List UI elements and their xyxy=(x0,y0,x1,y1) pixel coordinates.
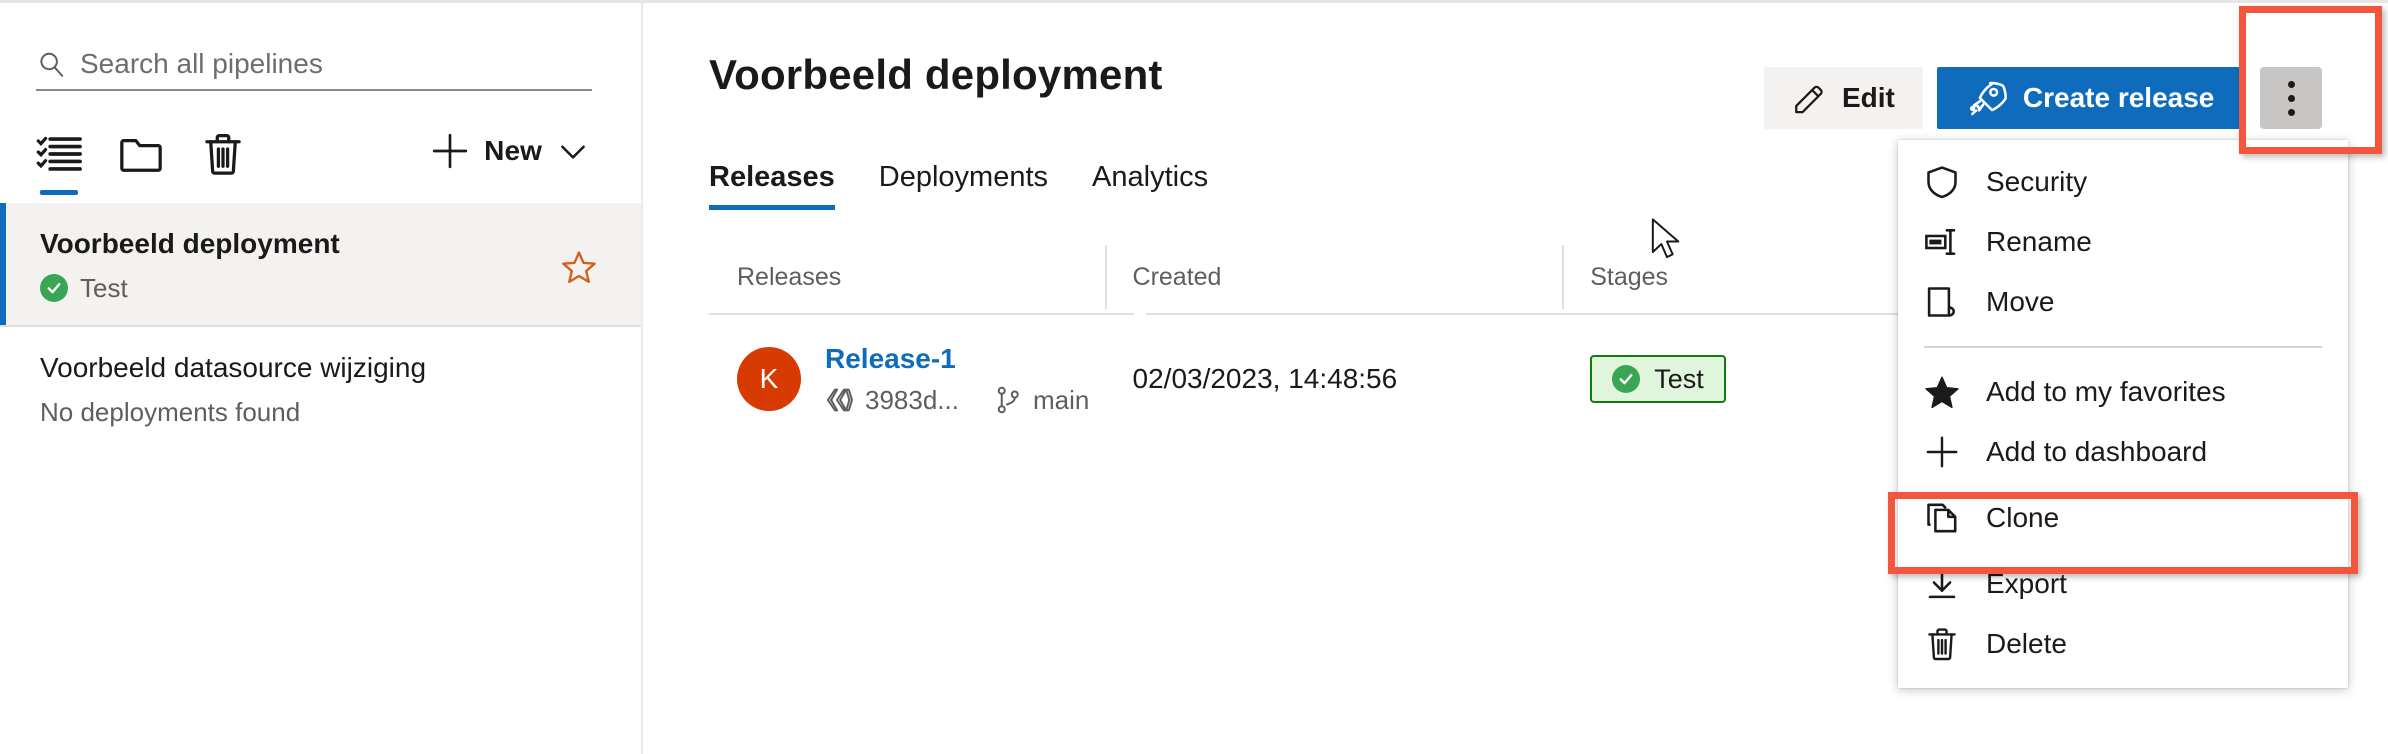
menu-item-delete[interactable]: Delete xyxy=(1898,614,2348,674)
menu-separator xyxy=(1924,346,2322,348)
cell-created: 02/03/2023, 14:48:56 xyxy=(1105,319,1563,439)
menu-item-move[interactable]: Move xyxy=(1898,272,2348,332)
rocket-icon xyxy=(1969,79,2007,117)
menu-item-label: Move xyxy=(1986,286,2055,317)
tab-label: Analytics xyxy=(1092,161,1209,193)
page-title: Voorbeeld deployment xyxy=(709,51,1163,98)
header-actions: Edit Create release xyxy=(1764,67,2323,129)
more-dot xyxy=(2287,80,2295,88)
pipeline-item-voorbeeld-datasource-wijziging[interactable]: Voorbeeld datasource wijziging No deploy… xyxy=(0,327,641,451)
menu-item-label: Delete xyxy=(1986,628,2067,659)
pipeline-list: Voorbeeld deployment Test Voorbeeld data… xyxy=(0,203,641,451)
commit-icon xyxy=(825,385,855,415)
check-circle-icon xyxy=(1612,365,1641,393)
menu-item-security[interactable]: Security xyxy=(1898,152,2348,212)
rename-icon xyxy=(1924,224,1960,260)
menu-item-label: Rename xyxy=(1986,226,2092,257)
pipeline-item-voorbeeld-deployment[interactable]: Voorbeeld deployment Test xyxy=(0,203,641,327)
column-header-stages[interactable]: Stages xyxy=(1562,241,1910,313)
menu-item-label: Add to dashboard xyxy=(1986,436,2208,467)
menu-item-label: Clone xyxy=(1986,502,2060,533)
mouse-cursor xyxy=(1650,218,1684,262)
pipelines-sidebar: New Voorbeeld deployment Test xyxy=(0,3,643,754)
branch-icon xyxy=(993,385,1023,415)
created-timestamp: 02/03/2023, 14:48:56 xyxy=(1132,363,1398,394)
new-button[interactable]: New xyxy=(430,131,592,171)
recycle-bin-icon[interactable] xyxy=(200,131,246,177)
more-dot xyxy=(2287,108,2295,116)
tab-deployments[interactable]: Deployments xyxy=(857,161,1070,210)
pipeline-name: Voorbeeld deployment xyxy=(40,228,340,259)
pipeline-status: No deployments found xyxy=(40,395,605,429)
pipeline-status-label: No deployments found xyxy=(40,397,301,427)
search-icon xyxy=(36,49,66,79)
star-outline-icon[interactable] xyxy=(561,249,597,285)
tab-label: Releases xyxy=(709,161,835,193)
pipeline-status-label: Test xyxy=(80,273,128,303)
tab-analytics[interactable]: Analytics xyxy=(1070,161,1230,210)
more-dot xyxy=(2287,94,2295,102)
avatar: K xyxy=(737,347,801,411)
pipelines-list-icon[interactable] xyxy=(36,131,82,195)
sidebar-toolbar: New xyxy=(36,131,592,201)
table-header-divider xyxy=(709,313,1134,315)
chevron-down-icon[interactable] xyxy=(556,134,590,168)
search-input[interactable] xyxy=(80,48,592,80)
plus-icon xyxy=(1924,434,1960,470)
tab-label: Deployments xyxy=(878,161,1049,193)
more-options-menu: Security Rename Move Add to my favorites… xyxy=(1898,140,2348,688)
download-icon xyxy=(1924,566,1960,602)
search-box[interactable] xyxy=(36,39,592,91)
menu-item-label: Export xyxy=(1986,568,2067,599)
menu-item-add-to-my-favorites[interactable]: Add to my favorites xyxy=(1898,362,2348,422)
tab-releases[interactable]: Releases xyxy=(709,161,857,210)
pipeline-name: Voorbeeld datasource wijziging xyxy=(40,352,427,383)
cell-release: K Release-1 3983d... main xyxy=(709,319,1105,439)
release-meta: 3983d... main xyxy=(825,383,1089,417)
new-button-label: New xyxy=(484,135,542,166)
move-icon xyxy=(1924,284,1960,320)
app-window: New Voorbeeld deployment Test xyxy=(0,0,2388,754)
more-options-button[interactable] xyxy=(2260,67,2323,129)
star-filled-icon xyxy=(1924,374,1960,410)
edit-button-label: Edit xyxy=(1842,82,1895,113)
menu-item-clone[interactable]: Clone xyxy=(1898,488,2348,548)
menu-item-export[interactable]: Export xyxy=(1898,554,2348,614)
trash-icon xyxy=(1924,626,1960,662)
check-circle-icon xyxy=(40,274,68,302)
menu-item-label: Add to my favorites xyxy=(1986,376,2226,407)
content-tabs: Releases Deployments Analytics xyxy=(709,161,1230,210)
copy-icon xyxy=(1924,500,1960,536)
menu-item-rename[interactable]: Rename xyxy=(1898,212,2348,272)
column-header-releases[interactable]: Releases xyxy=(709,241,1105,313)
shield-icon xyxy=(1924,164,1960,200)
menu-item-label: Security xyxy=(1986,166,2088,197)
commit-hash: 3983d... xyxy=(865,385,959,415)
plus-icon xyxy=(430,131,470,171)
menu-item-add-to-dashboard[interactable]: Add to dashboard xyxy=(1898,422,2348,482)
release-info: Release-1 3983d... main xyxy=(825,341,1089,417)
cell-stages: Test xyxy=(1562,319,1910,439)
status-badge[interactable]: Test xyxy=(1590,355,1726,403)
branch-name: main xyxy=(1032,385,1090,415)
status-badge-label: Test xyxy=(1654,363,1704,394)
release-link[interactable]: Release-1 xyxy=(825,341,1089,377)
pipeline-status: Test xyxy=(40,271,605,305)
column-header-created[interactable]: Created xyxy=(1104,241,1563,313)
pencil-icon xyxy=(1792,81,1826,115)
create-release-button-label: Create release xyxy=(2022,82,2215,113)
edit-button[interactable]: Edit xyxy=(1764,67,1923,129)
folder-icon[interactable] xyxy=(118,131,164,177)
create-release-button[interactable]: Create release xyxy=(1936,67,2247,129)
